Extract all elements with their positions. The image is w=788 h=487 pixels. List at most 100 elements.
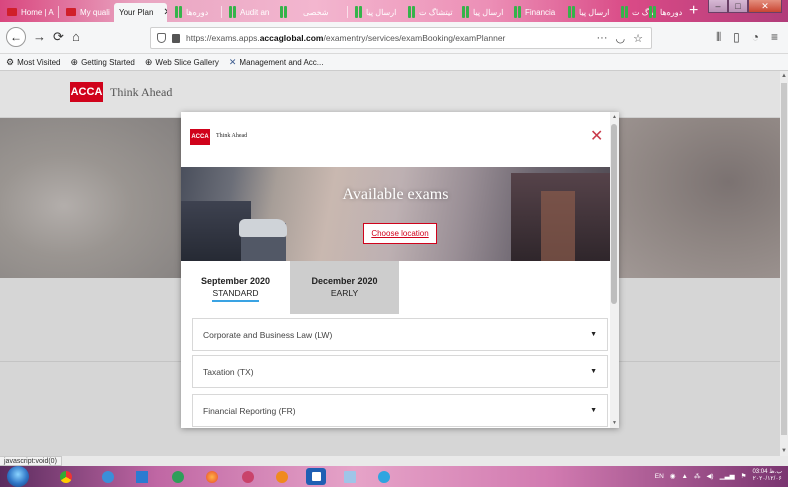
scroll-down-arrow-icon[interactable]: ▼ (780, 448, 788, 454)
telegram-icon[interactable] (374, 468, 394, 485)
media-player-icon[interactable] (98, 468, 118, 485)
tab-home[interactable]: Home | A (2, 3, 59, 21)
tab-label: دورەها (186, 7, 209, 17)
word-icon[interactable] (306, 468, 326, 485)
tab-dorehha-2[interactable]: دورەها (644, 3, 686, 21)
bookmark-management[interactable]: ✕ Management and Acc... (229, 57, 324, 68)
tab-your-plan[interactable]: Your Plan ✕ (114, 3, 167, 22)
window-controls: – □ ✕ (708, 0, 782, 13)
period-type: STANDARD (212, 288, 259, 302)
forward-arrow-icon[interactable]: → (33, 30, 46, 44)
lock-icon[interactable] (172, 33, 180, 43)
tab-label: دورەها (660, 7, 683, 17)
menu-icon[interactable]: ≡ (771, 30, 778, 45)
maximize-button[interactable]: □ (728, 0, 748, 13)
start-button[interactable] (7, 466, 29, 487)
library-icon[interactable]: ⫴ (716, 30, 721, 45)
tab-dorehha[interactable]: دورەها (170, 3, 222, 21)
page-scrollbar[interactable]: ▲ ▼ (780, 71, 788, 456)
tab-september-2020[interactable]: September 2020 STANDARD (181, 261, 290, 314)
firefox-icon[interactable] (202, 468, 222, 485)
home-icon[interactable]: ⌂ (72, 30, 80, 44)
page-actions-icon[interactable]: ··· (597, 32, 608, 45)
acca-logo[interactable]: ACCA (70, 82, 103, 102)
minimize-button[interactable]: – (708, 0, 728, 13)
url-text: https://exams.apps.accaglobal.com/examen… (186, 33, 506, 43)
tab-blank[interactable] (275, 3, 297, 21)
tab-december-2020[interactable]: December 2020 EARLY (290, 261, 399, 314)
bars-favicon-icon (355, 6, 358, 18)
new-tab-button[interactable]: + (689, 2, 698, 20)
exam-name: Corporate and Business Law (LW) (203, 329, 333, 340)
tab-personal[interactable]: شخصی (298, 3, 348, 21)
signal-icon[interactable]: ▁▃▅ (720, 472, 735, 480)
extension-icon[interactable]: ◔ (752, 30, 759, 45)
pocket-icon[interactable]: ◡ (616, 32, 626, 45)
tab-send-message-3[interactable]: ارسال پیا (563, 3, 615, 21)
internet-explorer-icon[interactable] (132, 468, 152, 485)
volume-icon[interactable]: ◀) (706, 472, 713, 480)
choose-location-button[interactable]: Choose location (363, 223, 437, 244)
bookmark-star-icon[interactable]: ☆ (633, 32, 643, 45)
clock-date: ۲۰۲۰/۱۲/۰۶ (752, 476, 782, 482)
scroll-thumb[interactable] (781, 83, 787, 435)
tab-notes[interactable]: تیتشاگ ت (403, 3, 455, 21)
bars-favicon-icon (280, 6, 283, 18)
modal-acca-logo: ACCA (190, 129, 210, 145)
bookmarks-toolbar: ⚙ Most Visited ⊕ Getting Started ⊕ Web S… (0, 54, 788, 71)
clock-time: 03:04 ب.ظ (752, 469, 782, 475)
bars-favicon-icon (514, 6, 517, 18)
help-icon[interactable]: ◉ (670, 472, 676, 480)
bookmark-web-slice-gallery[interactable]: ⊕ Web Slice Gallery (145, 57, 219, 68)
exam-row-lw[interactable]: Corporate and Business Law (LW) ▼ (192, 318, 608, 351)
network-icon[interactable]: ⁂ (694, 472, 701, 480)
windows-taskbar: EN ◉ ▲ ⁂ ◀) ▁▃▅ ⚑ 03:04 ب.ظ ۲۰۲۰/۱۲/۰۶ (0, 466, 788, 487)
bookmark-getting-started[interactable]: ⊕ Getting Started (71, 57, 135, 68)
url-bar[interactable]: https://exams.apps.accaglobal.com/examen… (150, 27, 652, 49)
tab-audit[interactable]: Audit an (224, 3, 274, 21)
exam-row-fr[interactable]: Financial Reporting (FR) ▼ (192, 394, 608, 427)
banner-title: Available exams (342, 186, 449, 203)
period-date: September 2020 (200, 276, 271, 286)
tab-label: تیتشاگ ت (419, 7, 453, 17)
exam-name: Financial Reporting (FR) (203, 405, 296, 416)
bars-favicon-icon (568, 6, 571, 18)
app-plus-icon[interactable] (168, 468, 188, 485)
chrome-icon[interactable] (56, 468, 76, 485)
notepad-icon[interactable] (340, 468, 360, 485)
tracking-shield-icon[interactable] (157, 33, 166, 43)
globe-icon: ⊕ (70, 56, 79, 67)
bookmark-most-visited[interactable]: ⚙ Most Visited (6, 57, 61, 68)
tab-financial[interactable]: Financia (509, 3, 561, 21)
modal-scrollbar[interactable]: ▲ ▼ (610, 112, 619, 428)
tab-label: Home | A (21, 7, 54, 17)
tab-send-message-2[interactable]: ارسال پیا (457, 3, 507, 21)
scroll-down-arrow-icon[interactable]: ▼ (610, 420, 619, 426)
navigation-bar: ← → ⟳ ⌂ https://exams.apps.accaglobal.co… (0, 22, 788, 54)
chevron-down-icon: ▼ (590, 368, 597, 375)
tab-my-qualification[interactable]: My quali (61, 3, 113, 21)
clock[interactable]: 03:04 ب.ظ ۲۰۲۰/۱۲/۰۶ (752, 469, 782, 483)
language-indicator[interactable]: EN (655, 473, 664, 480)
close-icon[interactable]: ✕ (590, 129, 603, 145)
show-hidden-icons-icon[interactable]: ▲ (682, 473, 688, 480)
modal-scroll-thumb[interactable] (611, 124, 617, 304)
close-window-button[interactable]: ✕ (748, 0, 782, 13)
reload-icon[interactable]: ⟳ (53, 30, 64, 44)
close-tab-icon[interactable]: ✕ (163, 7, 167, 18)
scroll-up-arrow-icon[interactable]: ▲ (610, 114, 619, 120)
back-arrow-icon[interactable]: ← (6, 27, 26, 47)
chevron-down-icon: ▼ (590, 331, 597, 338)
exam-row-tx[interactable]: Taxation (TX) ▼ (192, 355, 608, 388)
hero-image-left (0, 118, 182, 278)
period-date: December 2020 (311, 276, 378, 286)
sidebar-icon[interactable]: ▯ (733, 30, 740, 45)
period-type: EARLY (330, 288, 359, 298)
tab-send-message[interactable]: ارسال پیا (350, 3, 402, 21)
scroll-up-arrow-icon[interactable]: ▲ (780, 73, 788, 79)
action-center-icon[interactable]: ⚑ (741, 472, 747, 480)
vlc-icon[interactable] (272, 468, 292, 485)
paint-icon[interactable] (238, 468, 258, 485)
exam-planner-modal: ACCA Think Ahead ✕ Available exams Choos… (181, 112, 619, 428)
page-header: ACCA Think Ahead (0, 71, 780, 117)
